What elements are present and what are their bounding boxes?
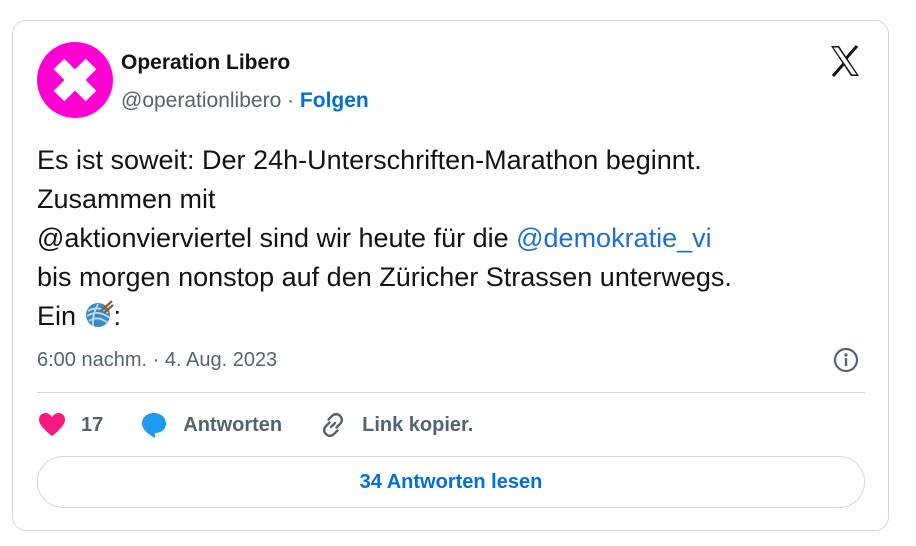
yarn-ball-icon bbox=[85, 300, 114, 327]
tweet-date: 4. Aug. 2023 bbox=[164, 349, 278, 371]
mention-demokratie-link[interactable]: @demokratie_vi bbox=[516, 223, 712, 253]
mention-aktionvierviertel: @aktionvierviertel sind wir heute für di… bbox=[37, 223, 517, 253]
tweet-time: 6:00 nachm. bbox=[37, 349, 148, 371]
follow-button[interactable]: Folgen bbox=[300, 89, 369, 112]
author-name[interactable]: Operation Libero bbox=[121, 51, 290, 75]
author-handle-row: @operationlibero · Folgen bbox=[121, 89, 369, 113]
tweet-text: Es ist soweit: Der 24h-Unterschriften-Ma… bbox=[37, 141, 867, 336]
tweet-line-4: bis morgen nonstop auf den Züricher Stra… bbox=[37, 262, 732, 292]
x-cross-logo-icon bbox=[53, 58, 97, 102]
avatar[interactable] bbox=[37, 42, 113, 118]
handle-separator: · bbox=[281, 89, 300, 112]
tweet-line-3: @aktionvierviertel sind wir heute für di… bbox=[37, 219, 867, 258]
speech-bubble-icon bbox=[142, 413, 167, 438]
link-icon bbox=[323, 412, 344, 438]
tweet-line-5: Ein : bbox=[37, 297, 867, 336]
tweet-line-5-prefix: Ein bbox=[37, 301, 84, 331]
reply-label: Antworten bbox=[183, 413, 283, 436]
author-handle[interactable]: @operationlibero bbox=[121, 89, 281, 112]
action-bar: 17 Antworten Link kopier. bbox=[37, 407, 509, 443]
reply-button[interactable]: Antworten bbox=[139, 410, 282, 440]
tweet-line-2: Zusammen mit bbox=[37, 184, 216, 214]
timestamp-separator: · bbox=[147, 349, 165, 371]
tweet-timestamp[interactable]: 6:00 nachm. · 4. Aug. 2023 bbox=[37, 349, 277, 372]
read-replies-button[interactable]: 34 Antworten lesen bbox=[37, 456, 865, 508]
tweet-line-1: Es ist soweit: Der 24h-Unterschriften-Ma… bbox=[37, 145, 702, 175]
x-logo-icon[interactable] bbox=[827, 43, 863, 79]
info-icon[interactable] bbox=[833, 347, 859, 373]
heart-icon bbox=[39, 413, 65, 436]
copy-link-button[interactable]: Link kopier. bbox=[318, 410, 473, 440]
divider bbox=[37, 392, 865, 393]
tweet-line-5-suffix: : bbox=[113, 301, 122, 331]
copy-link-label: Link kopier. bbox=[362, 413, 474, 436]
tweet-card: Operation Libero @operationlibero · Folg… bbox=[12, 20, 889, 531]
like-count: 17 bbox=[81, 413, 104, 436]
like-button[interactable]: 17 bbox=[37, 410, 103, 440]
